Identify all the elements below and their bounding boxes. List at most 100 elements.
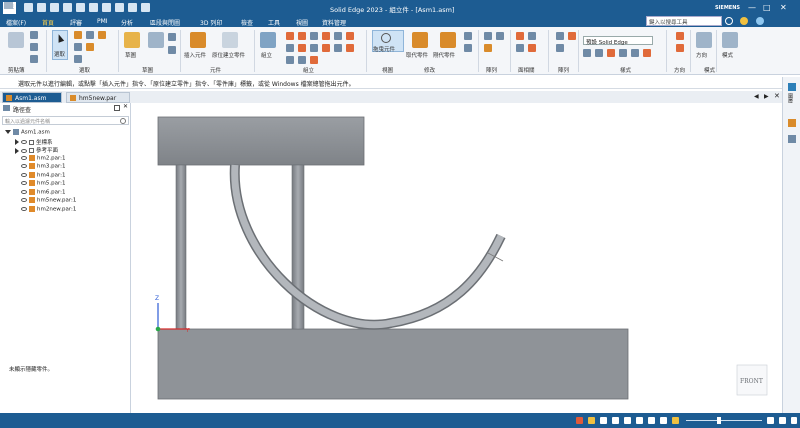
style-icon-6[interactable] [643,49,651,57]
menu-review[interactable]: 評審 [70,18,82,27]
copy-icon[interactable] [76,3,85,12]
tool-search-input[interactable]: 鍵入以搜尋工具 [646,16,722,26]
menu-file[interactable]: 檔案(F) [6,18,26,27]
select-filter-icon[interactable] [74,55,82,63]
menu-3d-print[interactable]: 3D 列印 [200,18,222,27]
visibility-eye-icon[interactable] [21,172,27,177]
tree-item[interactable]: hm2.par:1 [15,154,65,161]
sketch-icon[interactable] [124,32,140,48]
relation-icon-11[interactable] [334,44,342,52]
relation-icon-3[interactable] [310,32,318,40]
maximize-button[interactable]: □ [763,3,771,12]
model-view[interactable]: Z Y FRONT [131,103,782,413]
tree-item[interactable]: 坐標系 [15,138,53,146]
relation-icon-14[interactable] [298,56,306,64]
tree-item[interactable]: hm5.par:1 [15,180,65,187]
zoom-slider-knob[interactable] [717,417,721,424]
menu-view[interactable]: 視圖 [296,18,308,27]
pattern-icon-1[interactable] [484,32,492,40]
face-icon-1[interactable] [516,32,524,40]
new-file-icon[interactable] [24,3,33,12]
modify-icon-1[interactable] [464,32,472,40]
camera-icon[interactable] [788,135,796,143]
style-icon-3[interactable] [607,49,615,57]
insert-component-icon[interactable] [190,32,206,48]
post-right[interactable] [291,164,305,330]
flexible-part-icon[interactable] [440,32,456,48]
tree-item[interactable]: 參考平面 [15,146,58,154]
fit-icon[interactable] [636,417,643,424]
select-group-icon[interactable] [98,31,106,39]
status-icon-3[interactable] [600,417,607,424]
relation-icon-13[interactable] [286,56,294,64]
zoom-slider[interactable] [686,420,762,421]
expand-closed-icon[interactable] [15,147,19,154]
print-icon[interactable] [63,3,72,12]
copy-small-icon[interactable] [30,43,38,51]
tab-hm5new[interactable]: hm5new.par [66,92,130,103]
help-icon[interactable] [756,17,764,25]
tree-filter-input[interactable]: 輸入以過濾元件名稱 [2,116,129,125]
tab-scroll-left-icon[interactable]: ◀ [754,93,759,100]
tree-item[interactable]: hm6.par:1 [15,188,65,195]
visibility-eye-icon[interactable] [21,148,27,153]
filter-search-icon[interactable] [120,118,126,124]
select-box-icon[interactable] [74,43,82,51]
style-select[interactable]: 預設 Solid Edge [583,36,653,46]
expand-open-icon[interactable] [5,130,11,134]
view-style-icon[interactable] [672,417,679,424]
face-icon-4[interactable] [528,44,536,52]
redo-icon[interactable] [128,3,137,12]
tree-item[interactable]: hm3.par:1 [15,163,65,170]
status-icon-end-3[interactable] [791,417,797,424]
visibility-eye-icon[interactable] [21,189,27,194]
tree-item[interactable]: hm5new.par:1 [15,197,76,204]
base-plate[interactable] [157,328,629,400]
style-icon-5[interactable] [631,49,639,57]
array-icon-1[interactable] [556,32,564,40]
modify-icon-2[interactable] [464,44,472,52]
select-body-icon[interactable] [86,43,94,51]
face-icon-2[interactable] [528,32,536,40]
tab-close-icon[interactable]: ✕ [774,92,780,100]
pin-icon[interactable] [114,105,120,111]
paste-large-icon[interactable] [8,32,24,48]
relation-icon-8[interactable] [298,44,306,52]
relation-icon-5[interactable] [334,32,342,40]
tab-scroll-right-icon[interactable]: ▶ [764,93,769,100]
menu-pmi[interactable]: PMI [97,18,108,25]
save-icon[interactable] [50,3,59,12]
smiley-icon[interactable] [740,17,748,25]
sheet-icon-1[interactable] [676,32,684,40]
pattern-icon-2[interactable] [496,32,504,40]
sketch-extra-icon[interactable] [168,33,176,41]
style-icon-2[interactable] [595,49,603,57]
menu-data-management[interactable]: 資料管理 [322,18,346,27]
select-parts-icon[interactable] [74,31,82,39]
menu-inspect[interactable]: 檢查 [241,18,253,27]
visibility-eye-icon[interactable] [21,155,27,160]
views-icon[interactable] [788,119,796,127]
menu-analysis[interactable]: 分析 [121,18,133,27]
rotate-icon[interactable] [660,417,667,424]
menu-tools[interactable]: 工具 [268,18,280,27]
select-faces-icon[interactable] [86,31,94,39]
relation-icon-10[interactable] [322,44,330,52]
pan-icon[interactable] [648,417,655,424]
style-icon-4[interactable] [619,49,627,57]
status-icon-end-1[interactable] [767,417,774,424]
minimize-button[interactable]: — [748,3,756,12]
search-icon[interactable] [725,17,733,25]
assemble-icon[interactable] [260,32,276,48]
zoom-area-icon[interactable] [612,417,619,424]
tree-item[interactable]: hm4.par:1 [15,171,65,178]
visibility-eye-icon[interactable] [21,198,27,202]
close-button[interactable]: ✕ [780,3,787,12]
visibility-eye-icon[interactable] [21,206,27,211]
top-plate[interactable] [157,116,365,166]
zoom-icon[interactable] [624,417,631,424]
relation-icon-12[interactable] [346,44,354,52]
layers-icon[interactable] [788,83,796,91]
relation-icon-7[interactable] [286,44,294,52]
face-icon-3[interactable] [516,44,524,52]
